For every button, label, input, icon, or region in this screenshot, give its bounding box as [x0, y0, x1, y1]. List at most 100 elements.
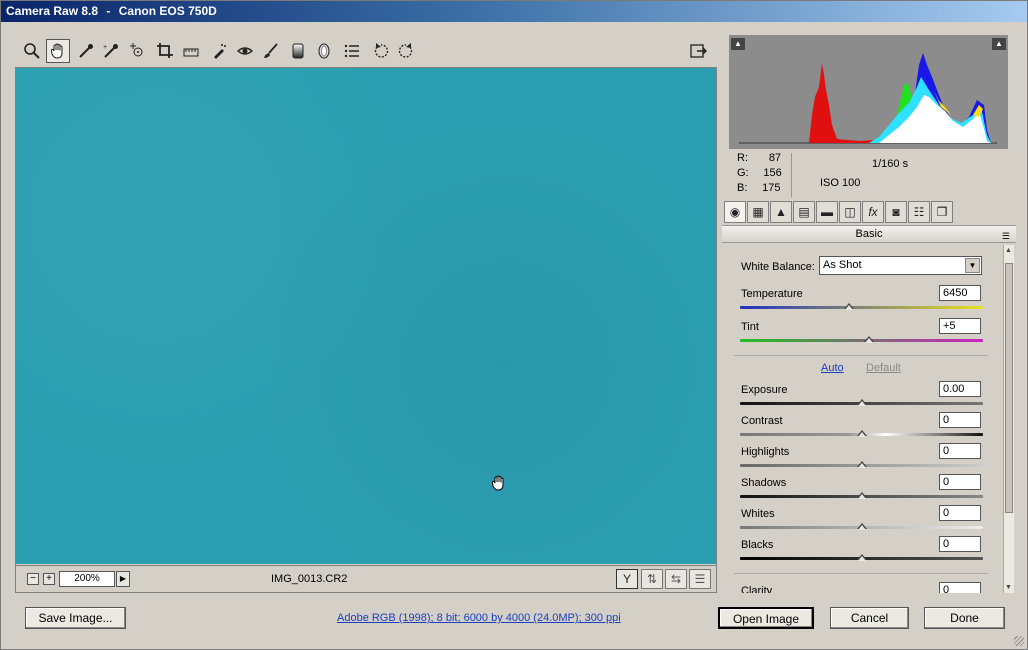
- white-balance-select[interactable]: As Shot ▼: [819, 256, 982, 275]
- zoom-level-field[interactable]: 200%: [59, 571, 115, 587]
- image-preview[interactable]: [16, 68, 716, 564]
- default-link[interactable]: Default: [866, 362, 901, 374]
- highlights-slider-knob[interactable]: [856, 461, 867, 469]
- whites-slider-knob[interactable]: [856, 523, 867, 531]
- info-readout: R: 87 G: 156 B: 175 1/160 s ISO 100: [729, 150, 1008, 200]
- b-value: 175: [762, 182, 781, 194]
- snapshots-tab-icon[interactable]: ❐: [931, 201, 953, 223]
- tint-field[interactable]: +5: [939, 318, 981, 334]
- temperature-field[interactable]: 6450: [939, 285, 981, 301]
- hand-cursor-icon: [490, 474, 508, 497]
- shadows-slider-knob[interactable]: [856, 492, 867, 500]
- cancel-button[interactable]: Cancel: [830, 607, 909, 629]
- svg-text:+: +: [103, 44, 107, 51]
- tint-label: Tint: [741, 321, 759, 333]
- adjustment-brush-icon[interactable]: [259, 39, 283, 63]
- zoom-dropdown-icon[interactable]: ▶: [116, 571, 130, 587]
- highlights-label: Highlights: [741, 446, 790, 458]
- divider: [734, 355, 988, 356]
- workflow-options-link[interactable]: Adobe RGB (1998); 8 bit; 6000 by 4000 (2…: [337, 612, 621, 624]
- preview-area: − + 200% ▶ IMG_0013.CR2 Y ⇅ ⇆ ☰: [15, 67, 717, 593]
- exposure-field[interactable]: 0.00: [939, 381, 981, 397]
- basic-panel-content: White Balance: As Shot ▼ Temperature 645…: [722, 245, 1002, 593]
- red-eye-icon[interactable]: [233, 39, 257, 63]
- done-button[interactable]: Done: [924, 607, 1005, 629]
- tint-slider-knob[interactable]: [863, 336, 874, 344]
- contrast-slider-knob[interactable]: [856, 430, 867, 438]
- toggle-settings-icon[interactable]: ☰: [689, 569, 711, 589]
- title-separator: -: [106, 4, 111, 18]
- zoom-out-button[interactable]: −: [27, 573, 39, 585]
- before-after-y-icon[interactable]: Y: [616, 569, 638, 589]
- clarity-label: Clarity: [741, 585, 773, 593]
- graduated-filter-icon[interactable]: [286, 39, 310, 63]
- r-label: R:: [737, 152, 748, 164]
- bottom-bar: Save Image... Adobe RGB (1998); 8 bit; 6…: [1, 597, 1027, 649]
- scrollbar-thumb[interactable]: [1005, 263, 1013, 513]
- exposure-label: Exposure: [741, 384, 788, 396]
- copy-settings-icon[interactable]: ⇆: [665, 569, 687, 589]
- effects-tab-icon[interactable]: fx: [862, 201, 884, 223]
- tint-slider[interactable]: [740, 339, 983, 342]
- clarity-field[interactable]: 0: [939, 582, 981, 593]
- tone-curve-tab-icon[interactable]: ▦: [747, 201, 769, 223]
- straighten-icon[interactable]: [179, 39, 203, 63]
- panel-scrollbar[interactable]: ▲ ▼: [1003, 245, 1014, 593]
- rotate-cw-icon[interactable]: [394, 39, 418, 63]
- color-sampler-icon[interactable]: +: [99, 39, 123, 63]
- chevron-down-icon: ▼: [965, 258, 980, 273]
- hand-tool-icon[interactable]: [46, 39, 70, 63]
- zoom-in-button[interactable]: +: [43, 573, 55, 585]
- target-adjust-icon[interactable]: [125, 39, 149, 63]
- auto-link[interactable]: Auto: [821, 362, 844, 374]
- contrast-field[interactable]: 0: [939, 412, 981, 428]
- swap-settings-icon[interactable]: ⇅: [641, 569, 663, 589]
- preview-status-bar: − + 200% ▶ IMG_0013.CR2 Y ⇅ ⇆ ☰: [16, 565, 716, 592]
- split-toning-tab-icon[interactable]: ▬: [816, 201, 838, 223]
- camera-raw-window: Camera Raw 8.8 - Canon EOS 750D + − + 20…: [0, 0, 1028, 650]
- blacks-label: Blacks: [741, 539, 774, 551]
- temperature-label: Temperature: [741, 288, 803, 300]
- contrast-label: Contrast: [741, 415, 783, 427]
- scroll-up-icon[interactable]: ▲: [1005, 247, 1012, 254]
- save-image-button[interactable]: Save Image...: [25, 607, 126, 629]
- whites-label: Whites: [741, 508, 775, 520]
- title-bar: Camera Raw 8.8 - Canon EOS 750D: [1, 1, 1027, 22]
- blacks-slider-knob[interactable]: [856, 554, 867, 562]
- lens-corrections-tab-icon[interactable]: ◫: [839, 201, 861, 223]
- hsl-tab-icon[interactable]: ▤: [793, 201, 815, 223]
- resize-grip-icon[interactable]: [1014, 636, 1024, 646]
- temperature-slider-knob[interactable]: [844, 303, 855, 311]
- panel-title: Basic: [855, 228, 883, 240]
- panel-header: Basic ☰: [722, 225, 1016, 243]
- eyedropper-icon[interactable]: [74, 39, 98, 63]
- whites-field[interactable]: 0: [939, 505, 981, 521]
- rotate-ccw-icon[interactable]: [369, 39, 393, 63]
- panel-menu-icon[interactable]: ☰: [1002, 228, 1010, 244]
- camera-calibration-tab-icon[interactable]: ◙: [885, 201, 907, 223]
- detail-tab-icon[interactable]: ▲: [770, 201, 792, 223]
- presets-tab-icon[interactable]: ☷: [908, 201, 930, 223]
- histogram: ▲ ▲: [729, 35, 1008, 149]
- temperature-slider[interactable]: [740, 306, 983, 309]
- basic-tab-icon[interactable]: ◉: [724, 201, 746, 223]
- highlights-field[interactable]: 0: [939, 443, 981, 459]
- white-balance-value: As Shot: [823, 259, 862, 271]
- g-label: G:: [737, 167, 749, 179]
- zoom-tool-icon[interactable]: [20, 39, 44, 63]
- preferences-list-icon[interactable]: [340, 39, 364, 63]
- scroll-down-icon[interactable]: ▼: [1005, 584, 1012, 591]
- exposure-slider-knob[interactable]: [856, 399, 867, 407]
- radial-filter-icon[interactable]: [312, 39, 336, 63]
- iso-value: ISO 100: [820, 177, 861, 189]
- shadows-field[interactable]: 0: [939, 474, 981, 490]
- crop-icon[interactable]: [153, 39, 177, 63]
- blacks-field[interactable]: 0: [939, 536, 981, 552]
- fullscreen-toggle-icon[interactable]: [686, 39, 710, 63]
- toolbar: +: [16, 37, 716, 67]
- divider: [734, 573, 988, 574]
- app-name: Camera Raw 8.8: [6, 4, 99, 18]
- spot-removal-icon[interactable]: [208, 39, 232, 63]
- open-image-button[interactable]: Open Image: [718, 607, 814, 629]
- shadows-label: Shadows: [741, 477, 787, 489]
